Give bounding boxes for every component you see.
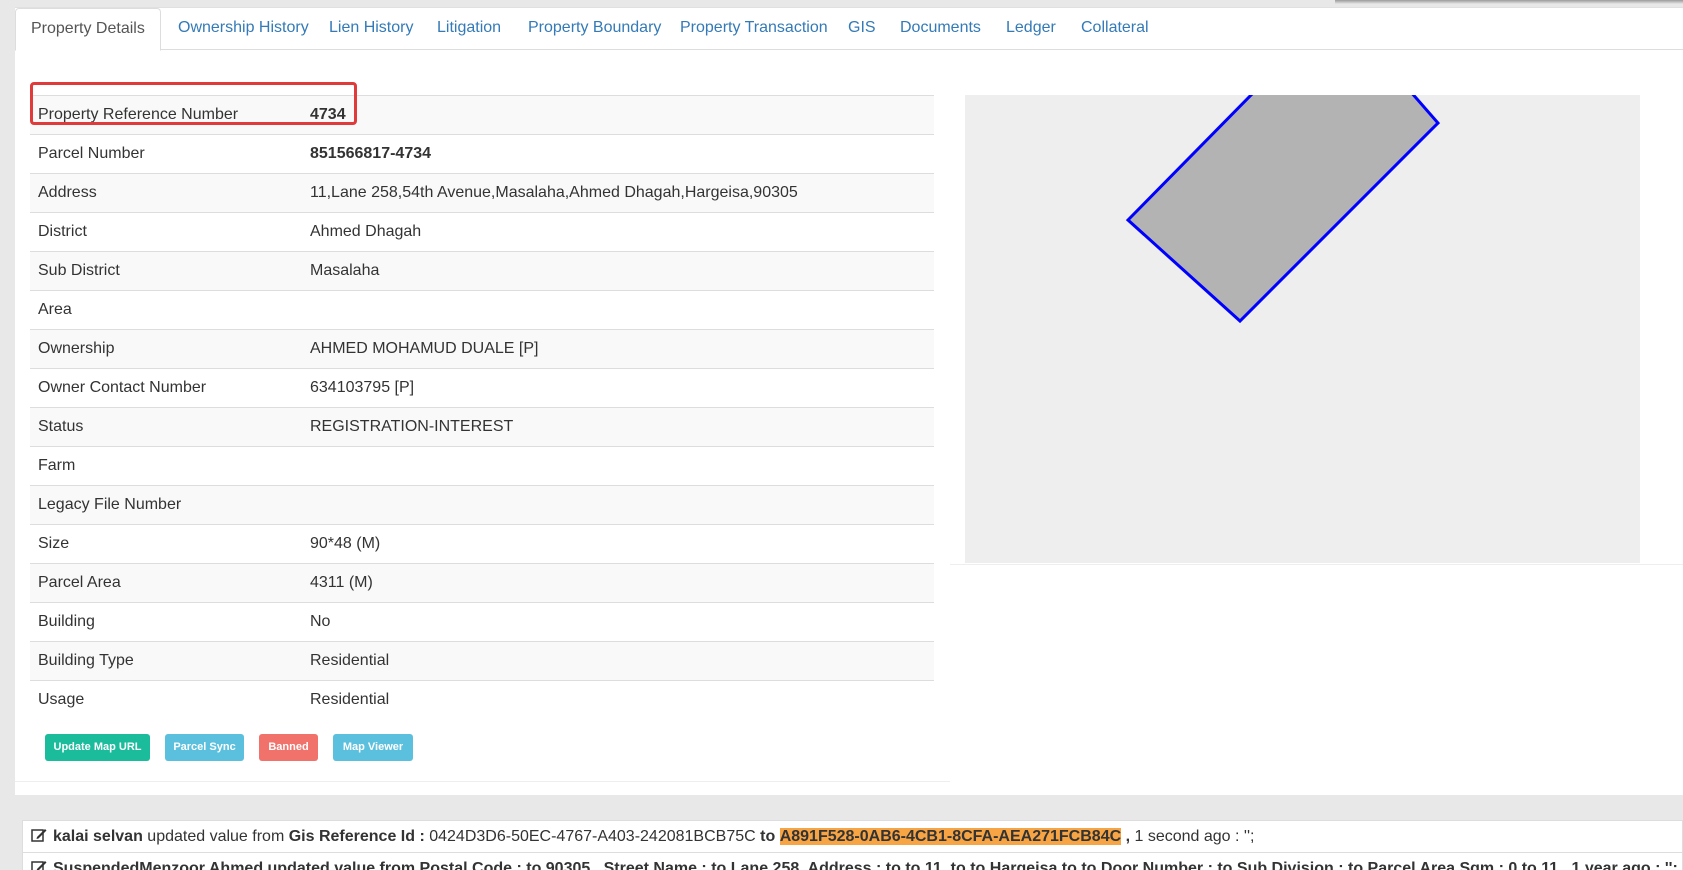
activity-log: kalai selvan updated value from Gis Refe… xyxy=(22,820,1683,870)
parcel-area-value: 4311 (M) xyxy=(310,574,373,591)
detail-row-ownership: Ownership AHMED MOHAMUD DUALE [P] xyxy=(30,329,934,369)
tab-lien-history[interactable]: Lien History xyxy=(314,8,428,50)
detail-row-legacy: Legacy File Number xyxy=(30,485,934,525)
detail-row-district: District Ahmed Dhagah xyxy=(30,212,934,252)
detail-label: Sub District xyxy=(38,262,120,279)
update-map-url-button[interactable]: Update Map URL xyxy=(45,734,150,761)
address-value: 11,Lane 258,54th Avenue,Masalaha,Ahmed D… xyxy=(310,184,798,201)
detail-row-usage: Usage Residential xyxy=(30,680,934,720)
detail-row-sub-district: Sub District Masalaha xyxy=(30,251,934,291)
detail-row-parcel-area: Parcel Area 4311 (M) xyxy=(30,563,934,603)
detail-row-status: Status REGISTRATION-INTEREST xyxy=(30,407,934,447)
log-text: SuspendedMenzoor Ahmed updated value fro… xyxy=(53,860,1678,870)
detail-label: Legacy File Number xyxy=(38,496,182,513)
detail-label: Building Type xyxy=(38,652,134,669)
contact-value: 634103795 [P] xyxy=(310,379,415,396)
log-user: kalai selvan xyxy=(53,828,143,845)
parcel-boundary-polygon[interactable] xyxy=(1125,95,1441,324)
building-value: No xyxy=(310,613,331,630)
parcel-sync-button[interactable]: Parcel Sync xyxy=(165,734,244,761)
detail-label: Parcel Area xyxy=(38,574,121,591)
detail-row-building-type: Building Type Residential xyxy=(30,641,934,681)
detail-row-size: Size 90*48 (M) xyxy=(30,524,934,564)
log-comma: , xyxy=(1125,828,1131,845)
detail-label: Address xyxy=(38,184,97,201)
detail-label: Property Reference Number xyxy=(38,106,239,123)
panel-divider xyxy=(15,781,950,782)
detail-label: Area xyxy=(38,301,72,318)
log-to: to xyxy=(760,828,776,845)
detail-label: Usage xyxy=(38,691,85,709)
detail-label: Building xyxy=(38,613,95,630)
parcel-map-canvas xyxy=(1125,95,1441,324)
log-entry: SuspendedMenzoor Ahmed updated value fro… xyxy=(23,853,1682,870)
detail-label: Ownership xyxy=(38,340,115,357)
ownership-value: AHMED MOHAMUD DUALE [P] xyxy=(310,340,539,357)
sub-district-value: Masalaha xyxy=(310,262,380,279)
edit-icon xyxy=(31,861,47,870)
property-details-table: Property Reference Number 4734 Parcel Num… xyxy=(30,95,934,720)
log-old-value: 0424D3D6-50EC-4767-A403-242081BCB75C xyxy=(429,828,756,845)
detail-row-reference: Property Reference Number 4734 xyxy=(30,95,934,135)
log-action: updated value from xyxy=(147,828,285,845)
tab-property-boundary[interactable]: Property Boundary xyxy=(513,8,676,50)
tab-litigation[interactable]: Litigation xyxy=(422,8,516,50)
log-time: 1 second ago : ''; xyxy=(1134,828,1255,845)
detail-label: Size xyxy=(38,535,70,552)
window-shadow xyxy=(1335,0,1683,4)
tab-property-transaction[interactable]: Property Transaction xyxy=(665,8,843,50)
detail-label: Farm xyxy=(38,457,76,474)
map-viewer-button[interactable]: Map Viewer xyxy=(333,734,413,761)
tab-property-details[interactable]: Property Details xyxy=(15,8,161,51)
detail-label: Status xyxy=(38,418,84,435)
detail-row-building: Building No xyxy=(30,602,934,642)
tab-gis[interactable]: GIS xyxy=(833,8,891,50)
map-divider xyxy=(950,564,1683,565)
tab-bar: Property Details Ownership History Lien … xyxy=(15,8,1683,51)
detail-label: Parcel Number xyxy=(38,145,145,162)
banned-button[interactable]: Banned xyxy=(259,734,318,761)
legacy-file-value xyxy=(302,486,934,525)
log-entry: kalai selvan updated value from Gis Refe… xyxy=(23,821,1682,853)
parcel-map[interactable] xyxy=(965,95,1640,563)
usage-value: Residential xyxy=(310,691,390,709)
property-reference-value: 4734 xyxy=(310,106,346,123)
log-field: Gis Reference Id : xyxy=(288,828,425,845)
district-value: Ahmed Dhagah xyxy=(310,223,422,240)
detail-row-parcel: Parcel Number 851566817-4734 xyxy=(30,134,934,174)
log-new-value: A891F528-0AB6-4CB1-8CFA-AEA271FCB84C xyxy=(779,828,1122,845)
tab-ownership-history[interactable]: Ownership History xyxy=(163,8,324,50)
detail-row-contact: Owner Contact Number 634103795 [P] xyxy=(30,368,934,408)
detail-label: District xyxy=(38,223,87,240)
tab-documents[interactable]: Documents xyxy=(885,8,996,50)
farm-value xyxy=(302,447,934,486)
parcel-number-value: 851566817-4734 xyxy=(310,145,432,162)
detail-row-area: Area xyxy=(30,290,934,330)
detail-row-farm: Farm xyxy=(30,446,934,486)
detail-row-address: Address 11,Lane 258,54th Avenue,Masalaha,… xyxy=(30,173,934,213)
tab-collateral[interactable]: Collateral xyxy=(1066,8,1164,50)
status-value: REGISTRATION-INTEREST xyxy=(310,418,514,435)
edit-icon xyxy=(31,829,47,842)
tab-ledger[interactable]: Ledger xyxy=(991,8,1071,50)
size-value: 90*48 (M) xyxy=(310,535,381,552)
detail-label: Owner Contact Number xyxy=(38,379,207,396)
building-type-value: Residential xyxy=(310,652,390,669)
property-panel: Property Details Ownership History Lien … xyxy=(15,7,1683,795)
area-value xyxy=(302,291,934,330)
